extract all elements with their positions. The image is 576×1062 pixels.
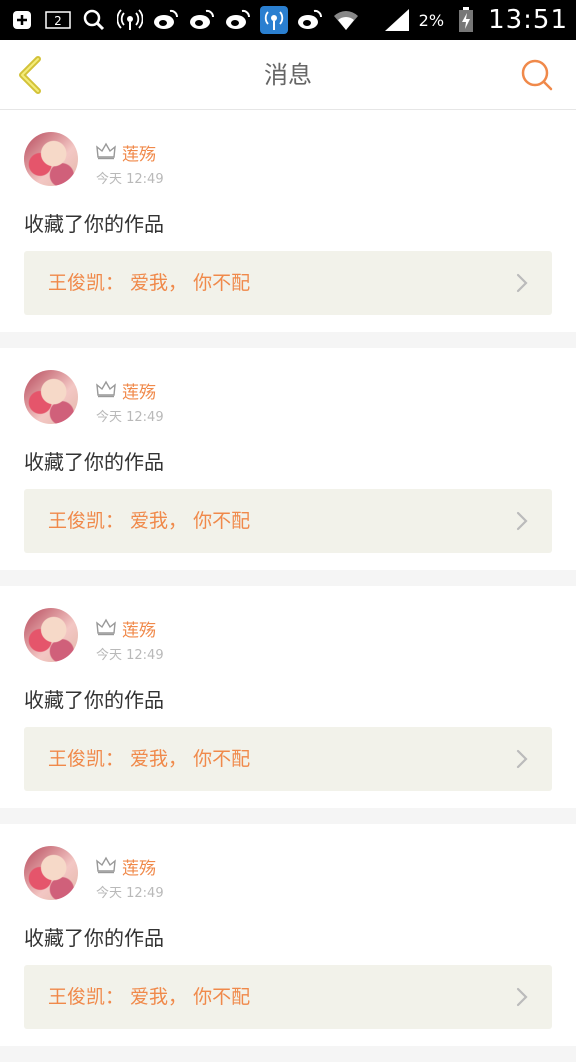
username[interactable]: 莲殇 <box>122 854 156 879</box>
chevron-right-icon <box>516 749 528 769</box>
avatar[interactable] <box>24 132 78 186</box>
chevron-right-icon <box>516 987 528 1007</box>
work-title: 王俊凯： 爱我， 你不配 <box>48 748 251 770</box>
crown-icon <box>96 618 116 636</box>
message-list: 莲殇 今天 12:49 收藏了你的作品 王俊凯： 爱我， 你不配 莲殇 今天 1… <box>0 110 576 1062</box>
message-time: 今天 12:49 <box>96 172 164 187</box>
weibo-icon <box>188 6 216 34</box>
message-card: 莲殇 今天 12:49 收藏了你的作品 王俊凯： 爱我， 你不配 <box>0 586 576 808</box>
search-icon <box>521 59 553 91</box>
work-title: 王俊凯： 爱我， 你不配 <box>48 986 251 1008</box>
avatar[interactable] <box>24 608 78 662</box>
message-card: 莲殇 今天 12:49 收藏了你的作品 王俊凯： 爱我， 你不配 <box>0 110 576 332</box>
message-time: 今天 12:49 <box>96 886 164 901</box>
app-header: 消息 <box>0 40 576 110</box>
crown-icon <box>96 380 116 398</box>
hotspot-active-icon <box>260 6 288 34</box>
work-link[interactable]: 王俊凯： 爱我， 你不配 <box>24 251 552 315</box>
search-button[interactable] <box>518 56 556 94</box>
battery-percent: 2% <box>418 10 445 30</box>
weibo-icon <box>152 6 180 34</box>
username[interactable]: 莲殇 <box>122 140 156 165</box>
username[interactable]: 莲殇 <box>122 616 156 641</box>
status-bar-right: 2% 13:51 <box>383 5 568 35</box>
username[interactable]: 莲殇 <box>122 378 156 403</box>
crown-icon <box>96 142 116 160</box>
message-card: 莲殇 今天 12:49 收藏了你的作品 王俊凯： 爱我， 你不配 <box>0 348 576 570</box>
crown-icon <box>96 856 116 874</box>
search-icon <box>80 6 108 34</box>
avatar[interactable] <box>24 846 78 900</box>
weibo-icon <box>296 6 324 34</box>
hotspot-icon <box>116 6 144 34</box>
action-text: 收藏了你的作品 <box>24 450 164 474</box>
message-time: 今天 12:49 <box>96 648 164 663</box>
notification-count-icon: 2 <box>44 6 72 34</box>
status-bar: 2 2% 13:51 <box>0 0 576 40</box>
action-text: 收藏了你的作品 <box>24 926 164 950</box>
work-link[interactable]: 王俊凯： 爱我， 你不配 <box>24 965 552 1029</box>
message-time: 今天 12:49 <box>96 410 164 425</box>
battery-charging-icon <box>452 6 480 34</box>
chevron-right-icon <box>516 511 528 531</box>
chevron-right-icon <box>516 273 528 293</box>
work-title: 王俊凯： 爱我， 你不配 <box>48 510 251 532</box>
avatar[interactable] <box>24 370 78 424</box>
work-link[interactable]: 王俊凯： 爱我， 你不配 <box>24 727 552 791</box>
wifi-icon <box>332 6 360 34</box>
work-link[interactable]: 王俊凯： 爱我， 你不配 <box>24 489 552 553</box>
work-title: 王俊凯： 爱我， 你不配 <box>48 272 251 294</box>
weibo-icon <box>224 6 252 34</box>
message-card: 莲殇 今天 12:49 收藏了你的作品 王俊凯： 爱我， 你不配 <box>0 824 576 1046</box>
plus-box-icon <box>8 6 36 34</box>
status-bar-left-icons: 2 <box>8 6 360 34</box>
status-time: 13:51 <box>488 5 568 35</box>
action-text: 收藏了你的作品 <box>24 212 164 236</box>
action-text: 收藏了你的作品 <box>24 688 164 712</box>
page-title: 消息 <box>264 61 312 89</box>
signal-icon <box>383 6 411 34</box>
notification-count: 2 <box>54 14 62 28</box>
